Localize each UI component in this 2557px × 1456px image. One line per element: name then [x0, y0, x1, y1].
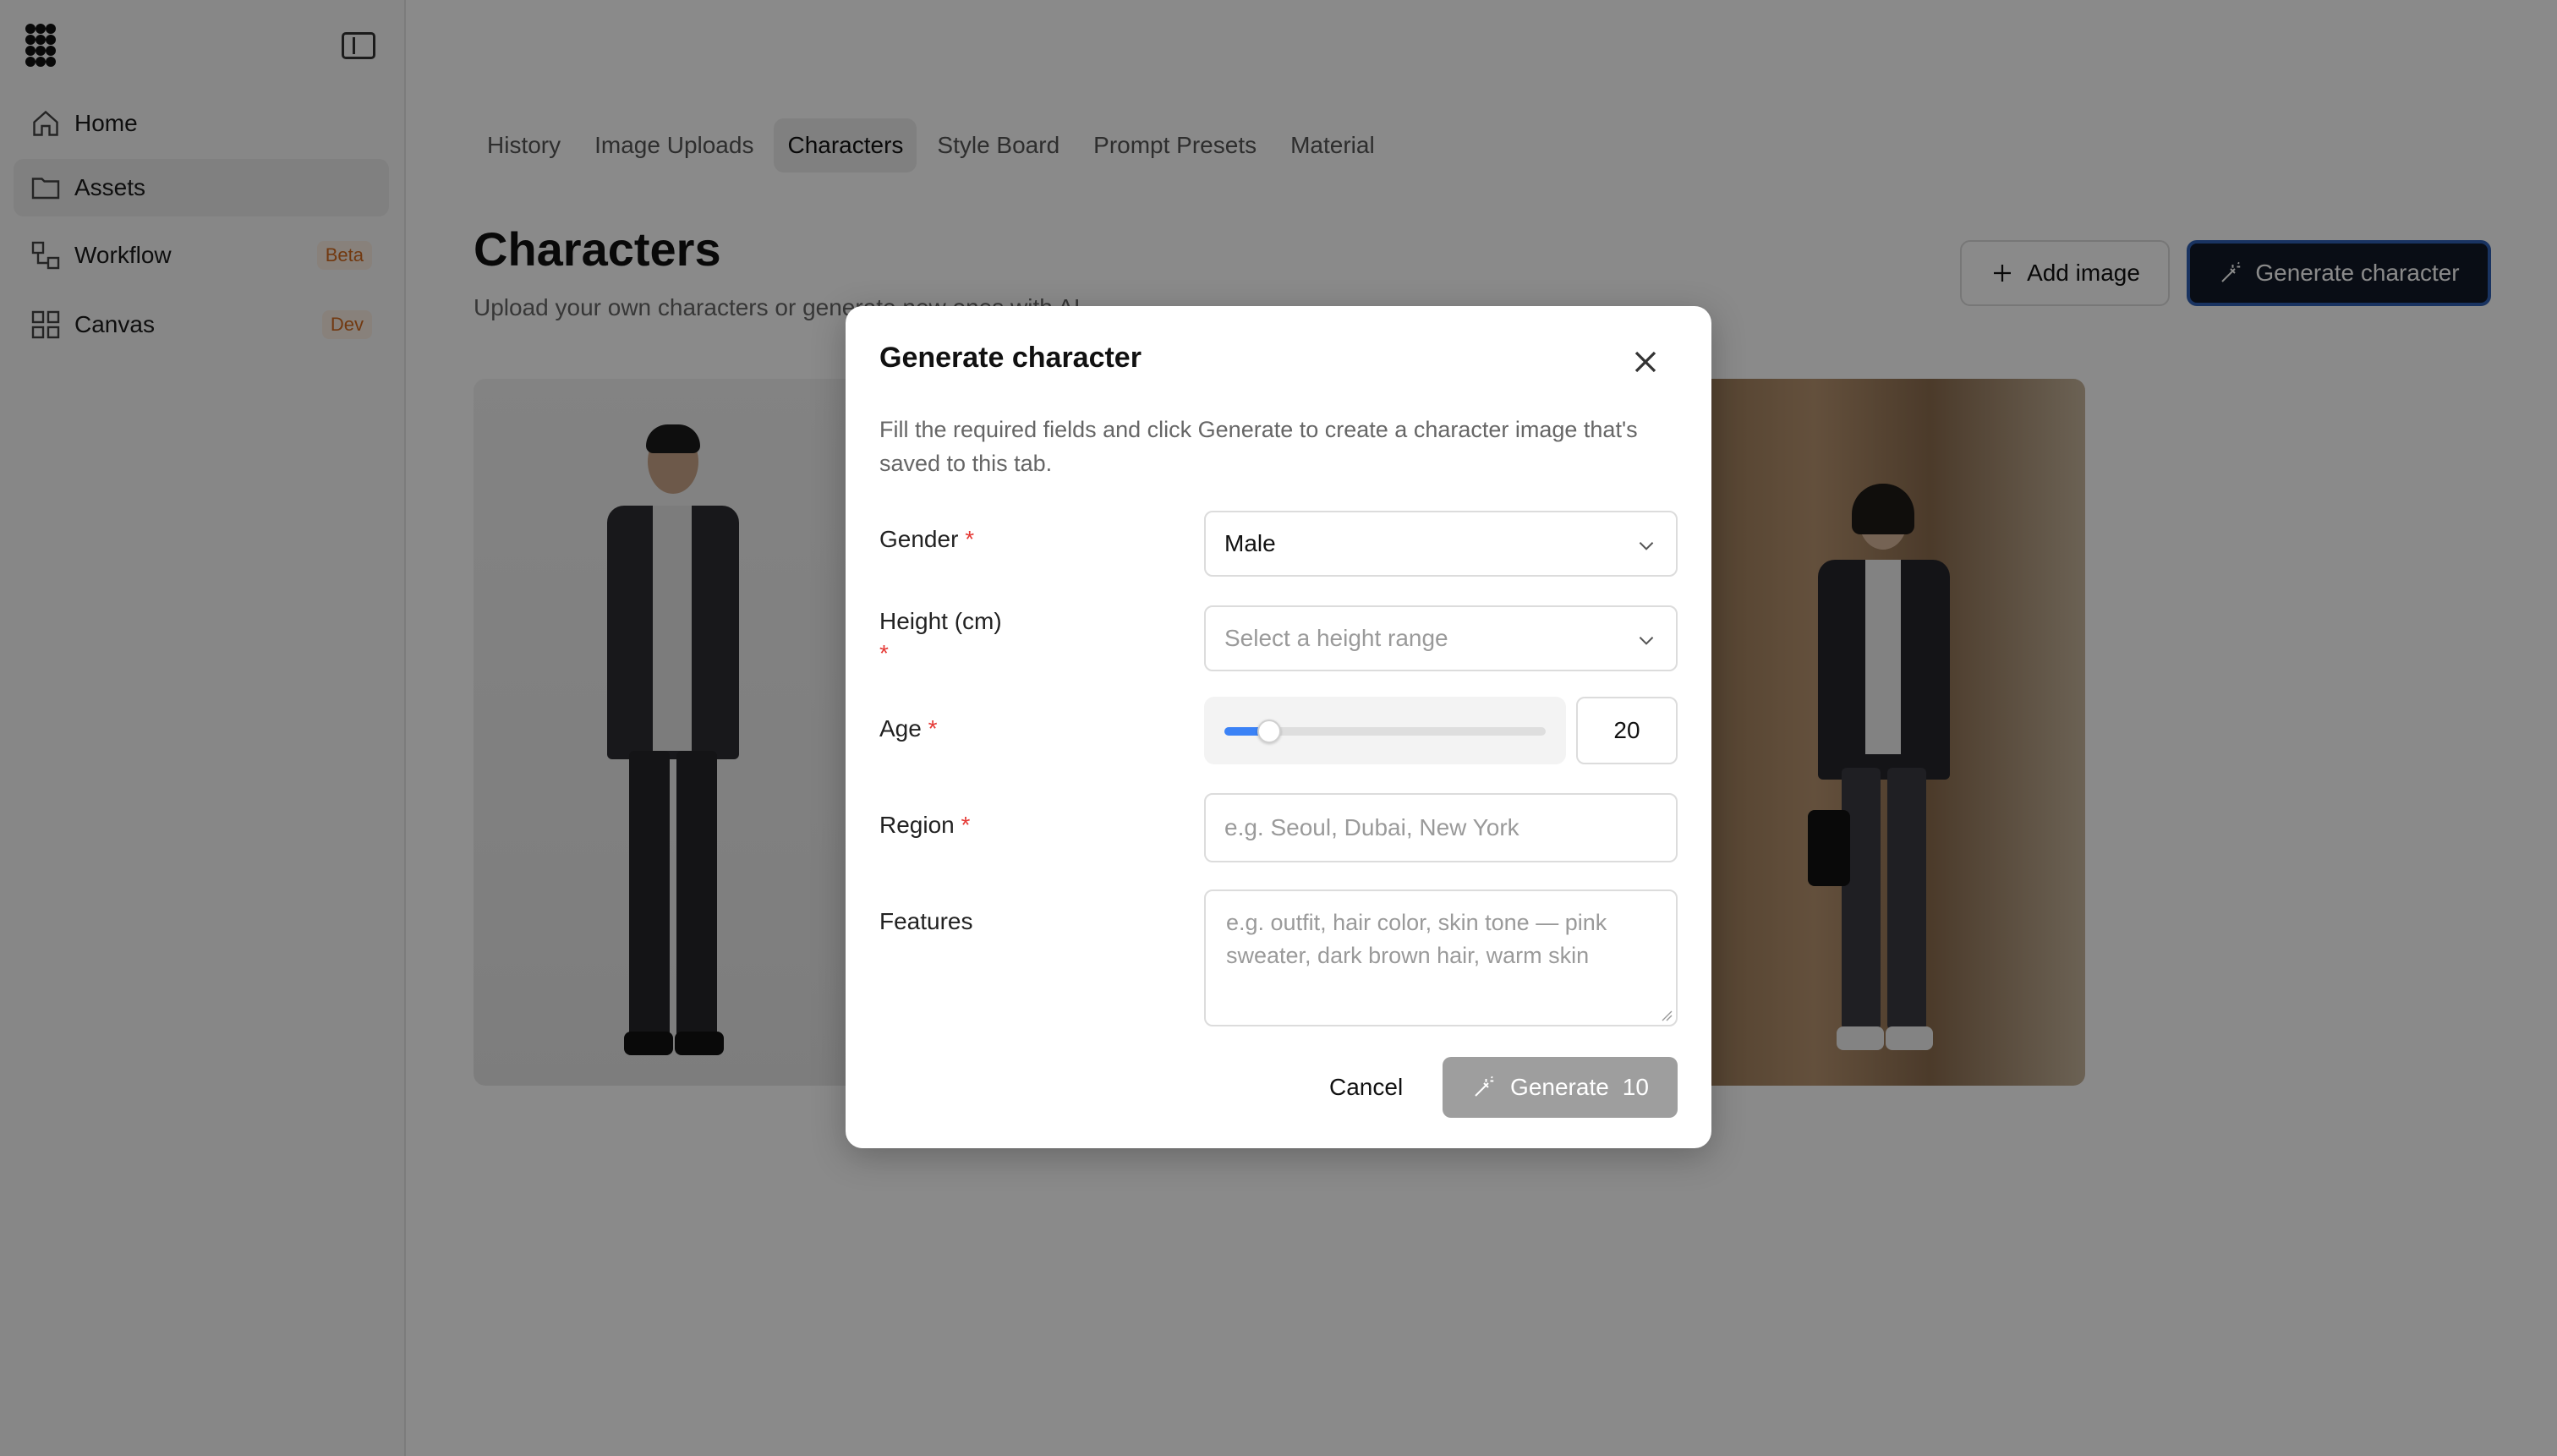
generate-cost: 10 — [1622, 1074, 1649, 1100]
age-slider-thumb[interactable] — [1257, 720, 1281, 743]
gender-value: Male — [1224, 530, 1276, 556]
height-label: Height (cm) * — [879, 605, 1049, 670]
region-label: Region * — [879, 812, 970, 839]
features-placeholder: e.g. outfit, hair color, skin tone — pin… — [1226, 910, 1607, 968]
required-mark: * — [961, 812, 971, 838]
dialog-description: Fill the required fields and click Gener… — [879, 417, 1638, 476]
magic-wand-icon — [1475, 1076, 1494, 1097]
resize-handle-icon[interactable] — [1659, 1008, 1673, 1021]
required-mark: * — [928, 715, 938, 742]
chevron-down-icon — [1639, 542, 1654, 550]
cancel-button[interactable]: Cancel — [1312, 1057, 1420, 1118]
age-input[interactable]: 20 — [1576, 697, 1678, 764]
region-input[interactable]: e.g. Seoul, Dubai, New York — [1204, 793, 1678, 862]
chevron-down-icon — [1639, 637, 1654, 645]
generate-button[interactable]: Generate 10 — [1443, 1057, 1678, 1118]
gender-select[interactable]: Male — [1204, 511, 1678, 577]
height-placeholder: Select a height range — [1224, 625, 1448, 651]
region-label-text: Region — [879, 812, 955, 838]
height-select[interactable]: Select a height range — [1204, 605, 1678, 671]
age-label-text: Age — [879, 715, 922, 742]
age-slider-track[interactable] — [1224, 720, 1546, 743]
gender-label: Gender * — [879, 526, 974, 553]
generate-label: Generate — [1510, 1074, 1609, 1100]
height-label-text: Height (cm) — [879, 608, 1002, 634]
close-icon[interactable] — [1627, 343, 1664, 380]
dialog-title: Generate character — [879, 342, 1142, 374]
age-label: Age * — [879, 715, 938, 742]
required-mark: * — [879, 640, 889, 666]
required-mark: * — [965, 526, 975, 552]
features-textarea[interactable]: e.g. outfit, hair color, skin tone — pin… — [1204, 889, 1678, 1026]
age-slider[interactable] — [1204, 697, 1566, 764]
region-placeholder: e.g. Seoul, Dubai, New York — [1224, 814, 1519, 840]
features-label: Features — [879, 908, 973, 934]
gender-label-text: Gender — [879, 526, 959, 552]
generate-character-dialog: Generate character Fill the required fie… — [846, 306, 1711, 1148]
